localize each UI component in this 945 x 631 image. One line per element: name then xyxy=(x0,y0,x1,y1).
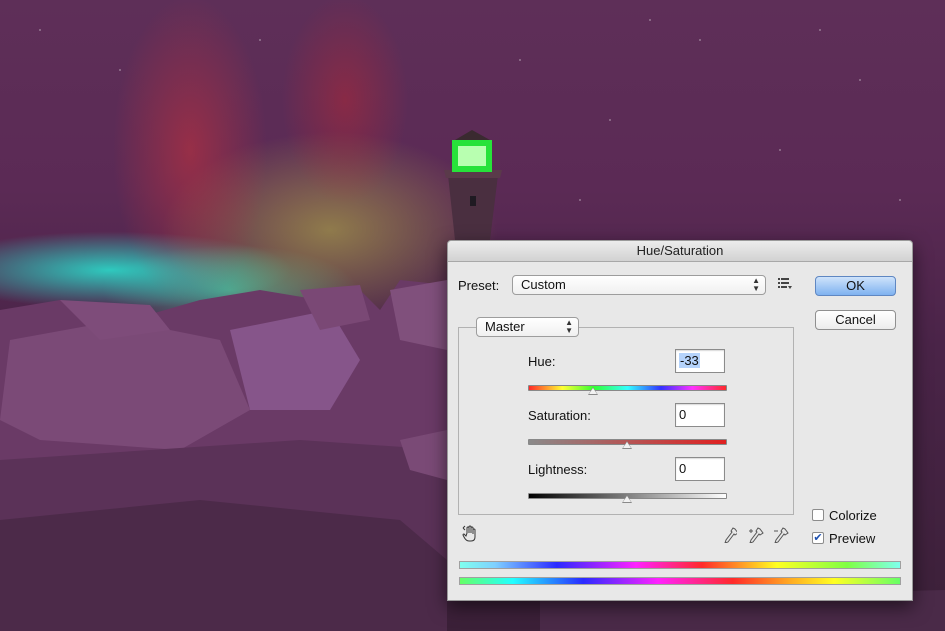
lightness-label: Lightness: xyxy=(528,462,588,477)
eyedropper-icon[interactable] xyxy=(723,527,739,547)
lighthouse xyxy=(444,130,502,240)
channel-select[interactable]: Master ▲ ▼ xyxy=(476,317,579,337)
ok-button[interactable]: OK xyxy=(815,276,896,296)
preset-select-value: Custom xyxy=(521,277,566,292)
saturation-label: Saturation: xyxy=(528,408,591,423)
preset-label: Preset: xyxy=(458,278,500,293)
eyedropper-plus-icon[interactable] xyxy=(748,527,764,547)
adjustment-group xyxy=(458,327,794,515)
eyedropper-minus-icon[interactable] xyxy=(773,527,789,547)
saturation-input-value: 0 xyxy=(679,407,687,422)
saturation-slider-thumb[interactable] xyxy=(621,441,632,449)
list-menu-icon[interactable] xyxy=(778,277,792,293)
hand-adjust-icon[interactable] xyxy=(462,525,480,547)
hue-slider-track[interactable] xyxy=(528,385,727,391)
updown-arrows-icon: ▲ ▼ xyxy=(565,318,573,335)
output-spectrum-bar xyxy=(459,577,901,585)
hue-input[interactable]: -33 xyxy=(675,349,725,373)
dialog-title[interactable]: Hue/Saturation xyxy=(448,241,912,262)
colorize-checkbox[interactable] xyxy=(812,509,824,521)
hue-input-value: -33 xyxy=(679,353,700,368)
preview-checkbox[interactable]: ✔ xyxy=(812,532,824,544)
lightness-input-value: 0 xyxy=(679,461,687,476)
hue-saturation-dialog: Hue/Saturation Preset: Custom ▲ ▼ OK Canc… xyxy=(447,240,913,601)
lightness-input[interactable]: 0 xyxy=(675,457,725,481)
preview-label: Preview xyxy=(829,531,876,546)
cancel-button[interactable]: Cancel xyxy=(815,310,896,330)
colorize-label: Colorize xyxy=(829,508,877,523)
hue-label: Hue: xyxy=(528,354,556,369)
saturation-input[interactable]: 0 xyxy=(675,403,725,427)
hue-slider-thumb[interactable] xyxy=(588,387,598,395)
input-spectrum-bar xyxy=(459,561,901,569)
lightness-slider-thumb[interactable] xyxy=(621,495,632,503)
updown-arrows-icon: ▲ ▼ xyxy=(752,276,760,293)
channel-select-value: Master xyxy=(485,319,525,334)
preset-select[interactable]: Custom ▲ ▼ xyxy=(512,275,766,295)
